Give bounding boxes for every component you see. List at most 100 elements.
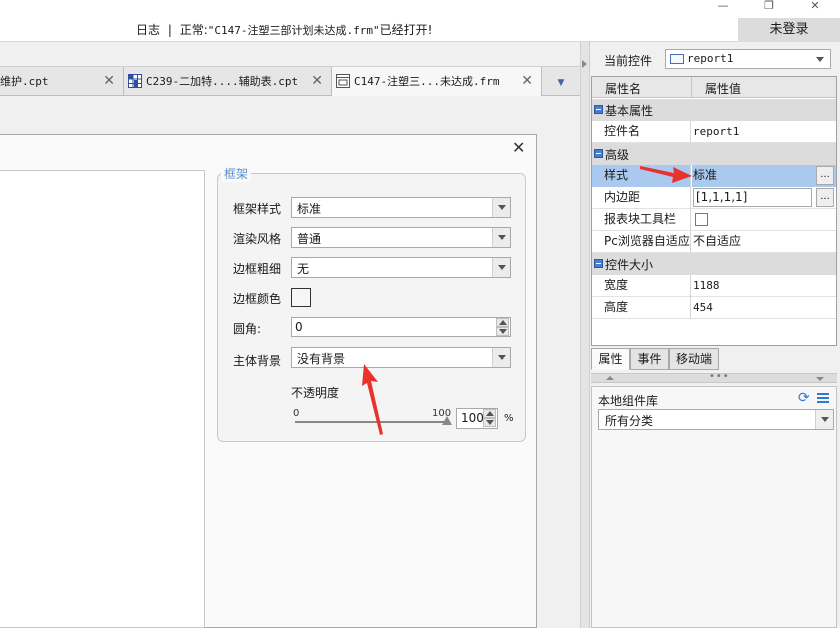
app-window: — ❐ ✕ 日志 | 正常:"C147-注塑三部计划未达成.frm"已经打开! … xyxy=(0,0,840,628)
opacity-spinner[interactable]: 100 xyxy=(456,408,498,429)
drag-handle-icon[interactable]: ••• xyxy=(709,371,730,382)
tab-events[interactable]: 事件 xyxy=(630,348,669,370)
close-tab-icon[interactable]: ✕ xyxy=(311,67,323,96)
collapse-icon[interactable] xyxy=(594,259,603,268)
collapse-icon[interactable] xyxy=(594,149,603,158)
category-select[interactable]: 所有分类 xyxy=(598,409,834,430)
section-label: 基本属性 xyxy=(605,104,654,118)
close-tab-icon[interactable]: ✕ xyxy=(521,67,533,96)
tab-mobile[interactable]: 移动端 xyxy=(669,348,719,370)
prop-name: 内边距 xyxy=(592,187,691,209)
increment-icon[interactable] xyxy=(496,318,509,327)
current-control-select[interactable]: report1 xyxy=(665,49,831,69)
window-controls: — ❐ ✕ xyxy=(700,0,840,16)
corner-radius-value: 0 xyxy=(295,320,303,334)
collapse-icon[interactable] xyxy=(594,105,603,114)
prop-name: 高度 xyxy=(592,297,691,319)
header-property-name: 属性名 xyxy=(605,82,642,96)
section-advanced[interactable]: 高级 xyxy=(592,143,836,165)
slider-min-label: 0 xyxy=(293,408,300,419)
panel-splitter[interactable] xyxy=(580,42,590,628)
chevron-down-icon[interactable] xyxy=(492,348,510,367)
corner-radius-label: 圆角: xyxy=(233,322,262,336)
spinner-buttons xyxy=(496,318,510,336)
tab-document-1[interactable]: 维护.cpt ✕ xyxy=(0,67,124,96)
status-line: 日志 | 正常:"C147-注塑三部计划未达成.frm"已经打开! xyxy=(136,21,432,38)
close-tab-icon[interactable]: ✕ xyxy=(103,67,115,96)
minimize-button[interactable]: — xyxy=(700,0,746,16)
opacity-label: 不透明度 xyxy=(291,386,340,400)
current-control-label: 当前控件 xyxy=(604,54,653,68)
prop-value[interactable]: 1188 xyxy=(692,275,836,297)
collapse-down-icon[interactable] xyxy=(816,377,824,381)
preview-pane xyxy=(0,170,205,628)
prop-name: 宽度 xyxy=(592,275,691,297)
log-link[interactable]: 日志 xyxy=(136,23,160,37)
tab-label: C239-二加特....辅助表.cpt xyxy=(146,75,299,88)
close-window-button[interactable]: ✕ xyxy=(792,0,838,16)
prop-value[interactable]: report1 xyxy=(692,121,836,143)
padding-input[interactable]: [1,1,1,1] xyxy=(693,188,812,207)
restore-button[interactable]: ❐ xyxy=(746,0,792,16)
prop-row-height[interactable]: 高度 454 xyxy=(592,297,836,319)
prop-value[interactable]: 不自适应 xyxy=(692,231,836,253)
corner-radius-spinner[interactable]: 0 xyxy=(291,317,511,337)
frame-style-label: 框架样式 xyxy=(233,202,282,216)
tab-document-3[interactable]: C147-注塑三...未达成.frm ✕ xyxy=(332,67,542,96)
section-size[interactable]: 控件大小 xyxy=(592,253,836,275)
dialog-close-button[interactable]: ✕ xyxy=(512,138,525,157)
prop-row-control-name[interactable]: 控件名 report1 xyxy=(592,121,836,143)
border-color-picker[interactable] xyxy=(291,288,311,307)
prop-row-pc-adapt[interactable]: Pc浏览器自适应 不自适应 xyxy=(592,231,836,253)
prop-value[interactable]: 454 xyxy=(692,297,836,319)
prop-value[interactable]: 标准 xyxy=(692,165,836,187)
property-table-header: 属性名 属性值 xyxy=(592,77,836,98)
body-background-select[interactable]: 没有背景 xyxy=(291,347,511,368)
edit-style-button[interactable]: ... xyxy=(816,166,834,185)
refresh-icon[interactable]: ⟳ xyxy=(798,390,810,406)
login-button[interactable]: 未登录 xyxy=(738,18,840,42)
body-background-label: 主体背景 xyxy=(233,354,282,368)
menu-icon[interactable] xyxy=(817,393,829,403)
category-value: 所有分类 xyxy=(605,414,654,428)
chevron-down-icon xyxy=(816,57,824,62)
prop-row-toolbar[interactable]: 报表块工具栏 xyxy=(592,209,836,231)
edit-padding-button[interactable]: ... xyxy=(816,188,834,207)
restore-icon: ❐ xyxy=(764,0,774,12)
chevron-down-icon[interactable] xyxy=(815,410,833,429)
toolbar-checkbox[interactable] xyxy=(695,213,708,226)
tab-document-2[interactable]: C239-二加特....辅助表.cpt ✕ xyxy=(124,67,332,96)
tab-list-menu-button[interactable]: ▼ xyxy=(542,67,580,96)
decrement-icon[interactable] xyxy=(483,418,496,427)
expand-up-icon[interactable] xyxy=(606,376,614,380)
decrement-icon[interactable] xyxy=(496,327,509,336)
frame-style-value: 标准 xyxy=(297,202,322,216)
tab-properties[interactable]: 属性 xyxy=(591,348,630,370)
render-style-select[interactable]: 普通 xyxy=(291,227,511,248)
component-library-title: 本地组件库 xyxy=(598,394,659,408)
border-width-label: 边框粗细 xyxy=(233,262,282,276)
prop-row-padding[interactable]: 内边距 [1,1,1,1] ... xyxy=(592,187,836,209)
opacity-slider-thumb[interactable] xyxy=(442,416,452,425)
spinner-buttons xyxy=(483,409,497,427)
close-icon: ✕ xyxy=(810,0,820,12)
section-label: 高级 xyxy=(605,148,630,162)
chevron-down-icon[interactable] xyxy=(492,198,510,217)
chevron-down-icon[interactable] xyxy=(492,258,510,277)
prop-row-width[interactable]: 宽度 1188 xyxy=(592,275,836,297)
grid-report-icon xyxy=(128,74,142,88)
section-label: 控件大小 xyxy=(605,258,654,272)
document-tab-bar: 维护.cpt ✕ C239-二加特....辅助表.cpt ✕ C147-注塑三.… xyxy=(0,66,580,96)
section-basic[interactable]: 基本属性 xyxy=(592,99,836,121)
frame-group-legend: 框架 xyxy=(221,165,252,182)
chevron-down-icon[interactable] xyxy=(492,228,510,247)
collapse-right-icon[interactable] xyxy=(582,60,587,68)
increment-icon[interactable] xyxy=(483,409,496,418)
opacity-unit-label: % xyxy=(504,413,514,424)
prop-row-style[interactable]: 样式 标准 ... xyxy=(592,165,836,187)
prop-name: Pc浏览器自适应 xyxy=(592,231,691,253)
frame-style-select[interactable]: 标准 xyxy=(291,197,511,218)
border-width-select[interactable]: 无 xyxy=(291,257,511,278)
border-width-value: 无 xyxy=(297,262,310,276)
body-background-value: 没有背景 xyxy=(297,352,346,366)
